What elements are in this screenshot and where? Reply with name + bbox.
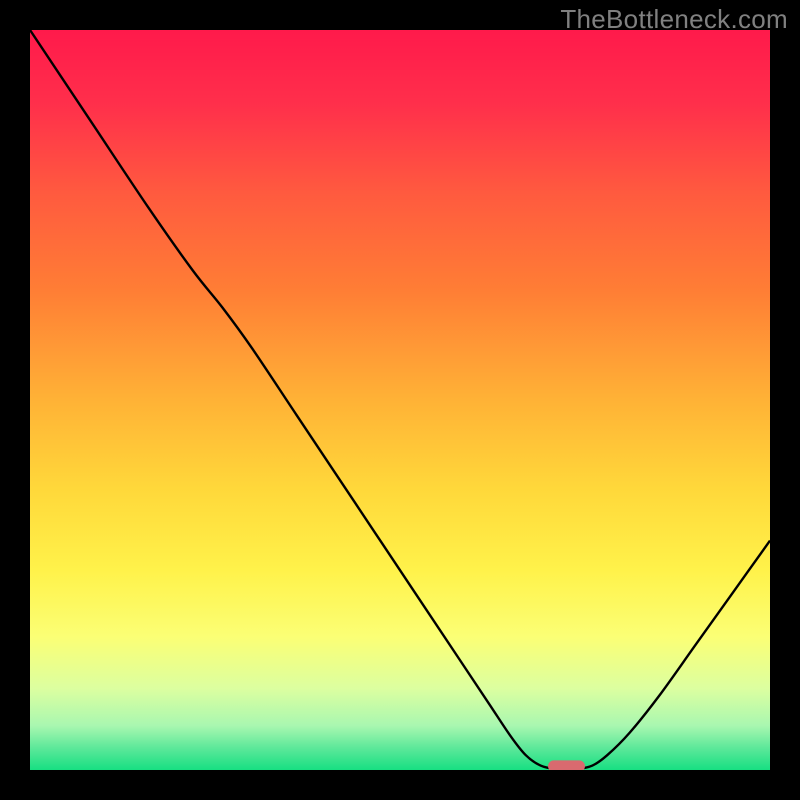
chart-frame: TheBottleneck.com	[0, 0, 800, 800]
gradient-background	[30, 30, 770, 770]
plot-area	[30, 30, 770, 772]
watermark-label: TheBottleneck.com	[560, 4, 788, 35]
bottleneck-chart	[0, 0, 800, 800]
